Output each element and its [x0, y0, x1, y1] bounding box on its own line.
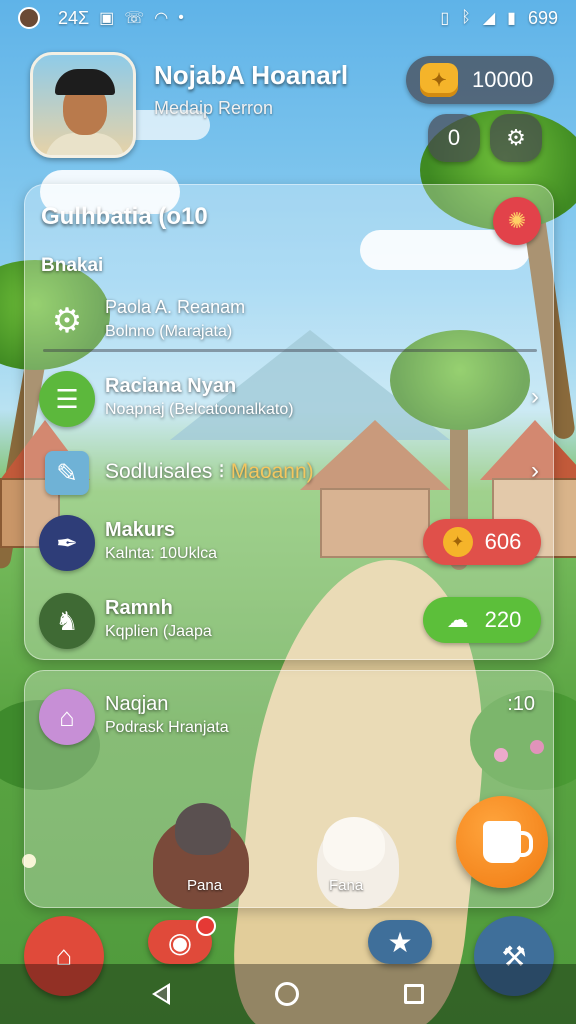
map-icon: ✎ — [45, 451, 89, 495]
chevron-right-icon: › — [531, 457, 539, 484]
list-item[interactable]: ♞ Ramnh Kqplien (Jaapa ☁ 220 — [25, 585, 555, 655]
recents-icon[interactable] — [403, 984, 424, 1004]
player-name: NojabA Hoanarl — [154, 60, 349, 90]
panel-close-button[interactable]: ✺ — [493, 197, 541, 245]
row-subtitle: Podrask Hranjata — [105, 719, 229, 736]
row-subtitle: Bolnno (Marajata) — [105, 323, 233, 340]
cloud-icon: ☁ — [446, 607, 469, 632]
reward-value: 220 — [484, 607, 522, 632]
divider — [43, 349, 537, 352]
list-item[interactable]: ⌂ Naqjan Podrask Hranjata — [25, 681, 555, 751]
signal-icon: ◢ — [482, 10, 496, 27]
quest-panel: Gulhbatia (o10 ✺ Bnakai ⚙ Paola A. Reana… — [24, 184, 554, 660]
list-item[interactable]: ✒ Makurs Kalnta: 10Uklca ✦ 606 — [25, 507, 555, 577]
checklist-icon: ☰ — [39, 371, 95, 427]
status-avatar-icon — [18, 7, 40, 29]
row-subtitle: Kqplien (Jaapa — [105, 623, 212, 640]
chevron-right-icon: › — [531, 383, 539, 410]
pet-head — [175, 803, 231, 855]
panel-title: Gulhbatia (o10 — [41, 203, 208, 230]
battery-level: 699 — [527, 7, 558, 28]
call-icon: ☏ — [124, 10, 145, 27]
list-item[interactable]: ⚙ Paola A. Reanam Bolnno (Marajata) — [25, 285, 555, 355]
level-button[interactable]: 0 — [428, 114, 480, 162]
home-circle-icon[interactable] — [274, 982, 299, 1006]
vibrate-icon: ▯ — [440, 10, 450, 27]
wifi-icon: ◠ — [154, 10, 169, 27]
section-label: Bnakai — [41, 255, 104, 276]
bluetooth-icon: ᛒ — [461, 9, 471, 26]
gear-icon: ⚙ — [506, 125, 526, 150]
row-title: Naqjan — [105, 693, 169, 715]
back-icon[interactable] — [152, 983, 171, 1005]
row-title: Makurs — [105, 519, 176, 541]
notification-dot — [196, 916, 216, 936]
reward-value: 606 — [484, 529, 522, 554]
star-icon: ★ — [387, 926, 413, 958]
reward-button[interactable]: ✦ 606 — [423, 519, 541, 565]
row-title: Raciana Nyan — [105, 375, 237, 397]
pet-icon: ♞ — [39, 593, 95, 649]
status-time: 24Σ — [58, 7, 90, 28]
dot-icon: • — [178, 9, 184, 26]
event-button[interactable]: ◉ — [148, 916, 216, 964]
row-subtitle: Kalnta: 10Uklca — [105, 545, 218, 562]
screenshot-icon: ▣ — [99, 10, 115, 27]
coin-icon: ✦ — [420, 63, 458, 97]
player-avatar[interactable] — [30, 52, 136, 158]
row-title: Ramnh — [105, 597, 173, 619]
reward-button[interactable]: ☁ 220 — [423, 597, 541, 643]
coin-icon: ✦ — [442, 527, 473, 557]
house-icon: ⌂ — [39, 689, 95, 745]
list-item[interactable]: ☰ Raciana Nyan Noapnaj (Belcatoonalkato)… — [25, 363, 555, 433]
player-subtitle: Medaip Rerron — [154, 98, 274, 118]
mug-icon — [483, 821, 533, 863]
drink-fab-button[interactable] — [456, 796, 548, 888]
row-title: Sodluisales ⁝ Maoann) — [105, 460, 314, 483]
currency-pill[interactable]: ✦ 10000 — [406, 56, 554, 104]
favorites-button[interactable]: ★ — [368, 920, 432, 964]
pet-label: Pana — [187, 877, 223, 894]
status-bar: 24Σ ▣ ☏ ◠ • ▯ ᛒ ◢ ▮ 699 — [0, 0, 576, 36]
crest-icon: ✺ — [507, 208, 527, 233]
quill-icon: ✒ — [39, 515, 95, 571]
gear-icon: ⚙ — [51, 302, 83, 340]
list-item[interactable]: ✎ Sodluisales ⁝ Maoann) › — [25, 437, 555, 507]
currency-value: 10000 — [472, 67, 534, 92]
system-nav-bar — [0, 964, 576, 1024]
battery-icon: ▮ — [507, 10, 516, 27]
target-icon: ◉ — [167, 926, 193, 958]
pet-label: Fana — [329, 877, 364, 894]
pet-head — [323, 817, 385, 871]
settings-button[interactable]: ⚙ — [490, 114, 542, 162]
row-subtitle: Noapnaj (Belcatoonalkato) — [105, 401, 294, 418]
level-value: 0 — [447, 125, 461, 150]
timer-label: :10 — [507, 693, 535, 715]
row-title: Paola A. Reanam — [105, 297, 246, 317]
